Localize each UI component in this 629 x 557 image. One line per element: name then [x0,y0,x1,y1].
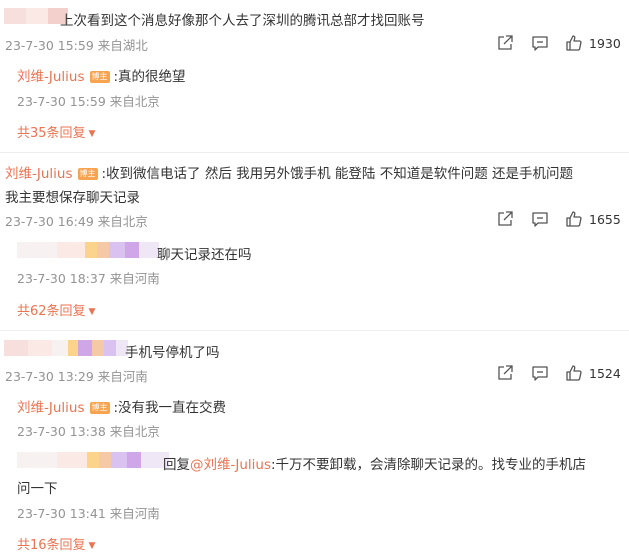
share-icon[interactable] [496,34,514,52]
more-replies-link[interactable]: 共62条回复 ▼ [17,300,95,319]
reply-item: 刘维-Julius 博主:没有我一直在交费 [17,396,226,416]
reply-timestamp: 23-7-30 18:37 来自河南 [17,271,160,286]
reply-timestamp: 23-7-30 13:38 来自北京 [17,424,160,439]
chevron-down-icon: ▼ [88,307,96,317]
reply-text-continued: 问一下 [17,481,58,497]
comment-icon[interactable] [531,364,549,382]
like-count: 1655 [589,212,621,227]
mention-link[interactable]: @刘维-Julius [190,457,271,473]
blogger-badge: 博主 [89,71,110,83]
blogger-badge: 博主 [77,168,98,180]
redacted-username [4,340,128,356]
share-icon[interactable] [496,364,514,382]
blogger-badge: 博主 [89,402,110,414]
comment-timestamp: 23-7-30 16:49 来自北京 [5,214,148,229]
reply-timestamp: 23-7-30 15:59 来自北京 [17,94,160,109]
comment-text-continued: 我主要想保存聊天记录 [5,190,140,206]
comment-timestamp: 23-7-30 15:59 来自湖北 [5,38,148,53]
reply-text: 回复@刘维-Julius:千万不要卸载，会清除聊天记录的。找专业的手机店 [163,457,587,473]
reply-text: :真的很绝望 [113,69,186,85]
redacted-username [4,8,68,24]
chevron-down-icon: ▼ [88,129,96,139]
redacted-username [17,452,169,468]
comment-text: 上次看到这个消息好像那个人去了深圳的腾讯总部才找回账号 [60,13,425,29]
reply-text: :没有我一直在交费 [113,400,227,416]
comment-text: 手机号停机了吗 [125,345,220,361]
redacted-username [17,242,159,258]
reply-text: 聊天记录还在吗 [157,247,252,263]
comment-timestamp: 23-7-30 13:29 来自河南 [5,369,148,384]
more-replies-link[interactable]: 共35条回复 ▼ [17,122,95,141]
chevron-down-icon: ▼ [88,541,96,551]
more-replies-link[interactable]: 共16条回复 ▼ [17,534,95,553]
share-icon[interactable] [496,210,514,228]
like-count: 1930 [589,36,621,51]
like-icon[interactable] [565,34,583,52]
comment-divider [0,330,629,331]
comment-icon[interactable] [531,34,549,52]
comment-icon[interactable] [531,210,549,228]
reply-item: 刘维-Julius 博主:真的很绝望 [17,65,186,85]
reply-timestamp: 23-7-30 13:41 来自河南 [17,506,160,521]
like-icon[interactable] [565,210,583,228]
like-count: 1524 [589,366,621,381]
author-name[interactable]: 刘维-Julius [17,400,85,416]
comment-divider [0,152,629,153]
like-icon[interactable] [565,364,583,382]
author-name[interactable]: 刘维-Julius [5,166,73,182]
comment-text: 刘维-Julius 博主:收到微信电话了 然后 我用另外饿手机 能登陆 不知道是软… [5,166,574,182]
author-name[interactable]: 刘维-Julius [17,69,85,85]
